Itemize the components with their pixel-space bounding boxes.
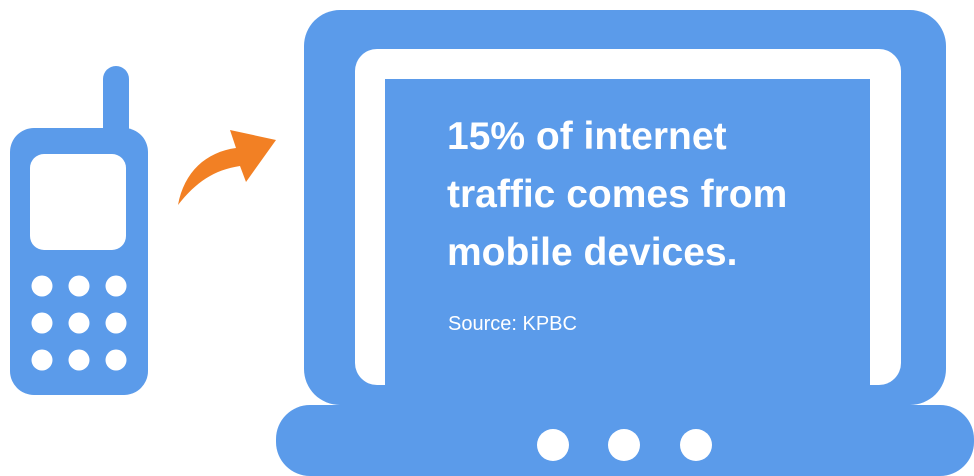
stat-headline: 15% of internet traffic comes from mobil… bbox=[447, 108, 857, 282]
stat-headline-line: mobile devices. bbox=[447, 231, 738, 274]
laptop-base-dot bbox=[680, 429, 712, 461]
stat-headline-line: 15% of internet bbox=[447, 115, 727, 158]
laptop-base-dot bbox=[608, 429, 640, 461]
laptop-base-dot bbox=[537, 429, 569, 461]
stat-source: Source: KPBC bbox=[448, 313, 577, 335]
laptop-base-dots bbox=[537, 429, 712, 461]
stat-headline-line: traffic comes from bbox=[447, 173, 788, 216]
